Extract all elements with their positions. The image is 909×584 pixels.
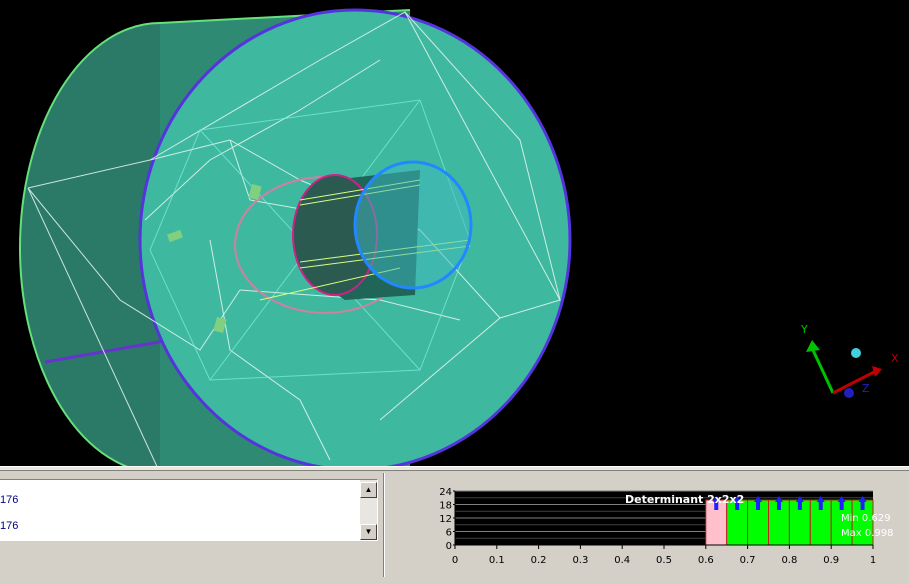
bar-marker-stem <box>776 502 781 510</box>
list-item[interactable]: 176 <box>0 494 18 506</box>
min-label: Min 0.629 <box>841 513 891 524</box>
x-tick-label: 0.3 <box>572 555 588 566</box>
bar-marker-stem <box>797 502 802 510</box>
x-tick-label: 0.9 <box>823 555 839 566</box>
x-tick-label: 0 <box>452 555 458 566</box>
bar-marker-stem <box>756 502 761 510</box>
panel-separator <box>383 473 385 577</box>
bar-marker-stem <box>860 502 865 510</box>
y-tick-label: 12 <box>439 514 452 525</box>
x-tick-label: 0.5 <box>656 555 672 566</box>
scroll-up-button[interactable]: ▲ <box>360 482 377 498</box>
chart-title: Determinant 2x2x2 <box>625 493 744 506</box>
y-tick-label: 24 <box>439 487 452 498</box>
axes-triad: Y X Z <box>800 323 899 398</box>
x-tick-label: 1 <box>870 555 876 566</box>
x-tick-label: 0.1 <box>489 555 505 566</box>
bar-marker-stem <box>818 502 823 510</box>
x-tick-label: 0.8 <box>781 555 797 566</box>
max-label: Max 0.998 <box>841 528 893 539</box>
3d-viewport[interactable]: Y X Z <box>0 0 909 466</box>
determinant-histogram: 24 18 12 6 0 0 0.1 0.2 0.3 0.4 0.5 0.6 0.7 0.8 0.9 1 Det… <box>415 481 909 579</box>
message-list[interactable]: 176 176 ▲ ▼ <box>0 479 378 541</box>
inner-cylinder-front <box>353 160 473 290</box>
z-axis-label: Z <box>862 382 870 395</box>
y-axis-label: Y <box>800 323 808 336</box>
x-tick-label: 0.2 <box>531 555 547 566</box>
list-item[interactable]: 176 <box>0 520 18 532</box>
cylinder-mesh-render[interactable]: Y X Z <box>0 0 909 466</box>
arrow-down-icon: ▼ <box>364 527 373 536</box>
x-tick-label: 0.4 <box>614 555 630 566</box>
arrow-up-icon: ▲ <box>364 485 373 494</box>
bar-marker-stem <box>839 502 844 510</box>
list-scrollbar[interactable]: ▲ ▼ <box>360 480 377 540</box>
x-tick-label: 0.7 <box>740 555 756 566</box>
scroll-down-button[interactable]: ▼ <box>360 524 377 540</box>
y-tick-label: 0 <box>446 541 452 552</box>
x-tick-label: 0.6 <box>698 555 714 566</box>
x-axis-label: X <box>891 352 899 365</box>
y-tick-label: 18 <box>439 501 452 512</box>
bottom-panel: 176 176 ▲ ▼ 24 18 12 6 0 0 0.1 0.2 0.3 0.4 0.5 0.6 0… <box>0 471 909 579</box>
y-tick-label: 6 <box>446 528 452 539</box>
